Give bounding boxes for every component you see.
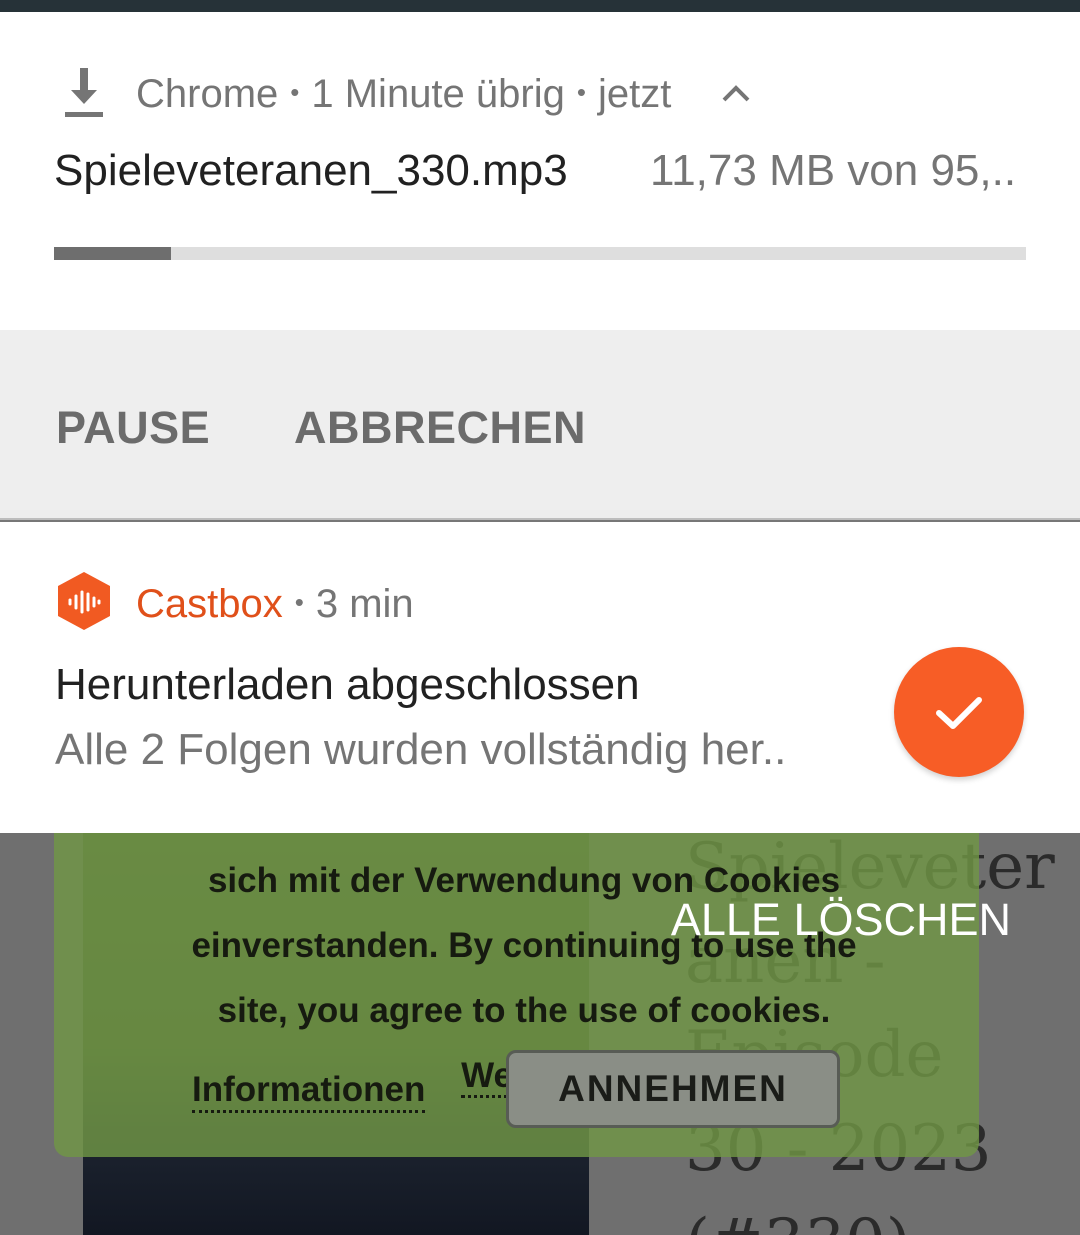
download-icon: [65, 68, 103, 117]
separator-dot: •: [576, 76, 586, 107]
download-filename: Spieleveteranen_330.mp3: [54, 146, 568, 195]
notification-title: Herunterladen abgeschlossen: [55, 660, 640, 709]
pause-button[interactable]: PAUSE: [56, 402, 210, 454]
notification-meta: Castbox • 3 min: [136, 582, 414, 627]
checkmark-icon: [936, 697, 982, 729]
separator-dot: •: [290, 76, 300, 107]
download-progress-fill: [54, 247, 171, 260]
chevron-up-icon[interactable]: [718, 78, 754, 110]
status-bar: [0, 0, 1080, 12]
castbox-logo-icon: [58, 572, 110, 630]
app-name: Chrome: [136, 72, 279, 116]
download-actions: PAUSE ABBRECHEN: [0, 330, 1080, 520]
castbox-notification[interactable]: Castbox • 3 min Herunterladen abgeschlosse…: [0, 522, 1080, 833]
notification-body: Alle 2 Folgen wurden vollständig her..: [55, 725, 787, 774]
cookie-accept-button[interactable]: ANNEHMEN: [506, 1050, 840, 1128]
download-size: 11,73 MB von 95,..: [650, 146, 1017, 195]
notification-timestamp: jetzt: [597, 72, 672, 116]
download-notification[interactable]: Chrome • 1 Minute übrig • jetzt Spielevetera…: [0, 12, 1080, 330]
clear-all-button[interactable]: ALLE LÖSCHEN: [671, 894, 1011, 946]
notification-timestamp: 3 min: [315, 582, 414, 626]
download-progress-bar: [54, 247, 1026, 260]
separator-dot: •: [294, 586, 304, 617]
cancel-button[interactable]: ABBRECHEN: [294, 402, 586, 454]
cookie-banner: sich mit der Verwendung von Cookies einv…: [54, 820, 979, 1157]
cookie-more-info-link-2[interactable]: Informationen: [192, 1070, 426, 1113]
mark-done-button[interactable]: [894, 647, 1024, 777]
background-web-page: Spieleveter anen - Episode 30 - 2023 (#3…: [0, 820, 1080, 1235]
headline-line: (#330): [685, 1196, 1065, 1235]
notification-header: Chrome • 1 Minute übrig • jetzt: [0, 64, 1080, 124]
app-name: Castbox: [136, 582, 283, 626]
notification-meta: Chrome • 1 Minute übrig • jetzt: [136, 72, 671, 117]
time-remaining: 1 Minute übrig: [311, 72, 565, 116]
